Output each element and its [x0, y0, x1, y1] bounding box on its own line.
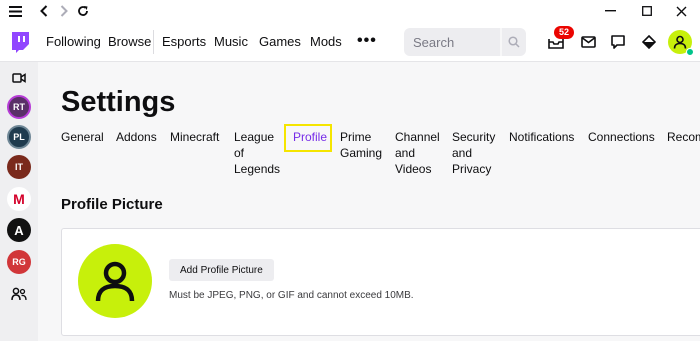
- search-bar: [404, 28, 526, 56]
- tab-label: Profile: [293, 130, 328, 144]
- chat-bubble-icon[interactable]: [606, 30, 630, 54]
- tab-minecraft[interactable]: Minecraft: [170, 129, 219, 145]
- minimize-icon[interactable]: [593, 0, 627, 22]
- tab-label: of: [234, 146, 245, 160]
- tab-profile[interactable]: Profile: [293, 129, 327, 145]
- profile-picture-card: Add Profile Picture Must be JPEG, PNG, o…: [61, 228, 700, 336]
- followed-channels-sidebar: RT PL IT M A RG: [0, 62, 38, 341]
- nav-divider: [153, 30, 154, 54]
- notification-count-badge: 52: [554, 26, 575, 39]
- tab-label: and: [452, 146, 473, 160]
- add-profile-picture-button[interactable]: Add Profile Picture: [169, 259, 274, 281]
- top-navigation: Following Browse Esports Music Games Mod…: [0, 22, 700, 62]
- nav-esports[interactable]: Esports: [162, 34, 206, 49]
- channel-avatar[interactable]: A: [7, 218, 31, 242]
- tab-label: Gaming: [340, 146, 383, 160]
- tab-label: Videos: [395, 162, 432, 176]
- whispers-mail-icon[interactable]: [576, 30, 600, 54]
- tab-label: Privacy: [452, 162, 492, 176]
- channel-avatar[interactable]: RG: [7, 250, 31, 274]
- channel-avatar[interactable]: IT: [7, 155, 31, 179]
- tab-general[interactable]: General: [61, 129, 104, 145]
- back-icon[interactable]: [33, 0, 55, 22]
- nav-mods[interactable]: Mods: [310, 34, 342, 49]
- tab-notifications[interactable]: Notifications: [509, 129, 574, 145]
- search-input[interactable]: [404, 28, 500, 56]
- tab-security-and-privacy[interactable]: Security and Privacy: [452, 129, 495, 177]
- section-title: Profile Picture: [61, 196, 163, 213]
- user-icon: [673, 35, 687, 49]
- tab-label: Legends: [234, 162, 281, 176]
- tab-prime-gaming[interactable]: Prime Gaming: [340, 129, 382, 161]
- tab-label: Recom: [667, 130, 700, 144]
- nav-games[interactable]: Games: [259, 34, 301, 49]
- nav-following[interactable]: Following: [46, 34, 101, 49]
- people-icon[interactable]: [7, 282, 31, 306]
- online-status-dot: [686, 48, 694, 56]
- more-options-icon[interactable]: •••: [357, 32, 377, 50]
- twitch-logo-icon[interactable]: [8, 30, 32, 54]
- channel-avatar[interactable]: PL: [7, 125, 31, 149]
- tab-channel-and-videos[interactable]: Channel and Videos: [395, 129, 440, 177]
- nav-browse[interactable]: Browse: [108, 34, 151, 49]
- tab-addons[interactable]: Addons: [116, 129, 157, 145]
- video-camera-icon[interactable]: [7, 66, 31, 90]
- tab-label: League: [234, 130, 275, 144]
- channel-avatar[interactable]: M: [7, 187, 31, 211]
- settings-main: Settings General Addons Minecraft League…: [38, 62, 700, 341]
- tab-label: Notifications: [509, 130, 575, 144]
- profile-picture[interactable]: [78, 244, 152, 318]
- channel-avatar[interactable]: RT: [7, 95, 31, 119]
- search-button[interactable]: [500, 28, 526, 56]
- tab-label: Prime: [340, 130, 372, 144]
- tab-label: General: [61, 130, 104, 144]
- tab-label: Security: [452, 130, 496, 144]
- maximize-icon[interactable]: [630, 0, 664, 22]
- tab-recommendations[interactable]: Recom: [667, 129, 700, 145]
- tab-connections[interactable]: Connections: [588, 129, 655, 145]
- nav-music[interactable]: Music: [214, 34, 248, 49]
- search-icon: [508, 36, 520, 48]
- menu-icon[interactable]: [4, 0, 26, 22]
- tab-label: Connections: [588, 130, 655, 144]
- close-icon[interactable]: [664, 0, 698, 22]
- user-icon: [95, 261, 135, 302]
- window-titlebar: [0, 0, 700, 22]
- prime-crown-icon[interactable]: [637, 30, 661, 54]
- upload-requirements-text: Must be JPEG, PNG, or GIF and cannot exc…: [169, 290, 414, 301]
- page-title: Settings: [61, 86, 176, 118]
- refresh-icon[interactable]: [72, 0, 94, 22]
- tab-label: Channel: [395, 130, 440, 144]
- tab-label: Minecraft: [170, 130, 220, 144]
- tab-label: Addons: [116, 130, 157, 144]
- tab-league-of-legends[interactable]: League of Legends: [234, 129, 280, 177]
- tab-label: and: [395, 146, 416, 160]
